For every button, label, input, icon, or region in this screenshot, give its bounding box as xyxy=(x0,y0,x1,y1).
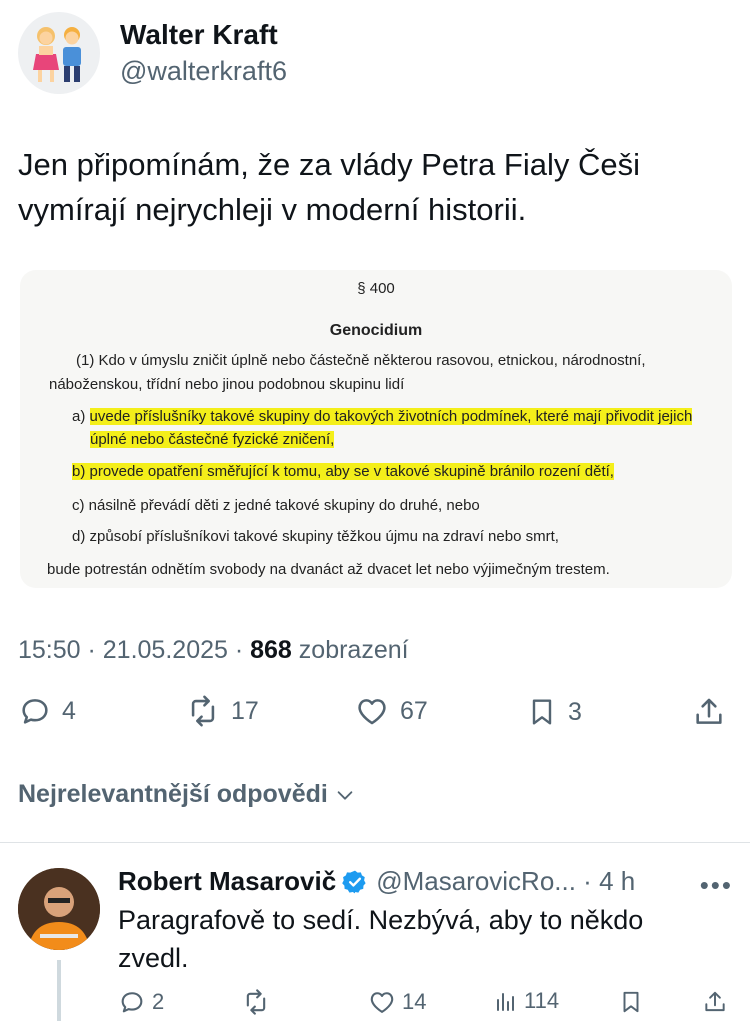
couple-emoji-avatar-icon xyxy=(33,27,81,82)
reply-icon xyxy=(121,992,143,1013)
penalty-line: bude potrestán odnětím svobody na dvanác… xyxy=(47,561,610,578)
reply-button[interactable]: 4 xyxy=(18,694,76,728)
thread-line xyxy=(57,960,61,1021)
clause-d-line: d) způsobí příslušníkovi takové skupiny … xyxy=(72,528,559,545)
views-icon xyxy=(497,993,514,1011)
author-name[interactable]: Walter Kraft xyxy=(120,18,287,52)
tweet-action-bar: 4 17 67 3 xyxy=(18,694,730,740)
reply-views-button[interactable]: 114 xyxy=(494,988,559,1014)
reply-action-bar: 2 14 114 xyxy=(118,988,733,1021)
clause-a-line-2: úplné nebo částečné fyzické zničení, xyxy=(90,431,335,448)
reply-repost-button[interactable] xyxy=(242,988,270,1016)
more-icon[interactable]: ••• xyxy=(700,870,733,901)
clause-a-text-2: úplné nebo částečné fyzické zničení, xyxy=(90,431,335,448)
bookmark-icon xyxy=(623,991,639,1013)
paragraph-number: § 400 xyxy=(357,280,395,297)
reply-share-button[interactable] xyxy=(702,988,728,1016)
intro-line-1: (1) Kdo v úmyslu zničit úplně nebo částe… xyxy=(76,352,646,369)
like-icon xyxy=(358,699,386,725)
reply-icon xyxy=(22,699,48,724)
share-icon xyxy=(705,991,725,1012)
reply-bookmark-button[interactable] xyxy=(618,988,644,1016)
tweet-text: Jen připomínám, že za vlády Petra Fialy … xyxy=(18,147,640,227)
views-count: 868 xyxy=(250,636,292,664)
clause-b-text: b) provede opatření směřující k tomu, ab… xyxy=(72,463,614,480)
repost-count: 17 xyxy=(231,696,259,725)
attached-image-law-excerpt[interactable]: § 400 Genocidium (1) Kdo v úmyslu zničit… xyxy=(20,270,732,588)
clause-c-line: c) násilně převádí děti z jedné takové s… xyxy=(72,497,480,514)
repost-button[interactable]: 17 xyxy=(185,694,259,728)
reply-avatar[interactable] xyxy=(18,868,100,950)
reply-count: 4 xyxy=(62,696,76,725)
bookmark-icon xyxy=(532,699,552,725)
clause-a-line-1: a) uvede příslušníky takové skupiny do t… xyxy=(72,408,693,425)
author-handle[interactable]: @walterkraft6 xyxy=(120,54,287,88)
reply-like-button[interactable]: 14 xyxy=(368,988,426,1016)
replies-sort-label: Nejrelevantnější odpovědi xyxy=(18,780,328,808)
intro-line-2: náboženskou, třídní nebo jinou podobnou … xyxy=(49,376,405,393)
like-count: 67 xyxy=(400,696,428,725)
share-icon xyxy=(696,698,722,724)
avatar[interactable] xyxy=(18,12,100,94)
reply-author-handle[interactable]: @MasarovicRo... · 4 h xyxy=(376,866,635,897)
bookmark-count: 3 xyxy=(568,697,582,726)
views-label: zobrazení xyxy=(291,636,409,664)
clause-a-text-1: uvede příslušníky takové skupiny do tako… xyxy=(89,408,693,425)
bookmark-button[interactable]: 3 xyxy=(526,694,582,730)
tweet-timestamp[interactable]: 15:50 · 21.05.2025 · xyxy=(18,636,250,664)
verified-badge-icon xyxy=(342,870,366,893)
reply-reply-button[interactable]: 2 xyxy=(118,988,164,1016)
reply-text: Paragrafově to sedí. Nezbývá, aby to něk… xyxy=(118,905,644,973)
tweet-author: Walter Kraft @walterkraft6 xyxy=(18,12,287,94)
chevron-down-icon xyxy=(337,790,353,800)
share-button[interactable] xyxy=(692,694,726,730)
reply-like-count: 14 xyxy=(402,989,427,1014)
reply-avatar-photo xyxy=(18,868,100,950)
clause-a-prefix: a) xyxy=(72,408,90,425)
replies-sort-dropdown[interactable]: Nejrelevantnější odpovědi xyxy=(18,780,356,809)
repost-icon xyxy=(191,695,215,727)
like-icon xyxy=(370,992,394,1013)
document-title: Genocidium xyxy=(329,322,423,339)
reply-views-count: 114 xyxy=(524,988,560,1013)
tweet-meta: 15:50 · 21.05.2025 · 868 zobrazení xyxy=(18,636,409,665)
repost-icon xyxy=(246,989,266,1015)
like-button[interactable]: 67 xyxy=(354,694,428,728)
reply-author-name[interactable]: Robert Masarovič xyxy=(118,866,336,897)
reply-header: Robert Masarovič @MasarovicRo... · 4 h •… xyxy=(118,866,733,900)
clause-b-line: b) provede opatření směřující k tomu, ab… xyxy=(72,463,614,480)
reply-reply-count: 2 xyxy=(152,989,165,1014)
divider xyxy=(0,842,750,843)
